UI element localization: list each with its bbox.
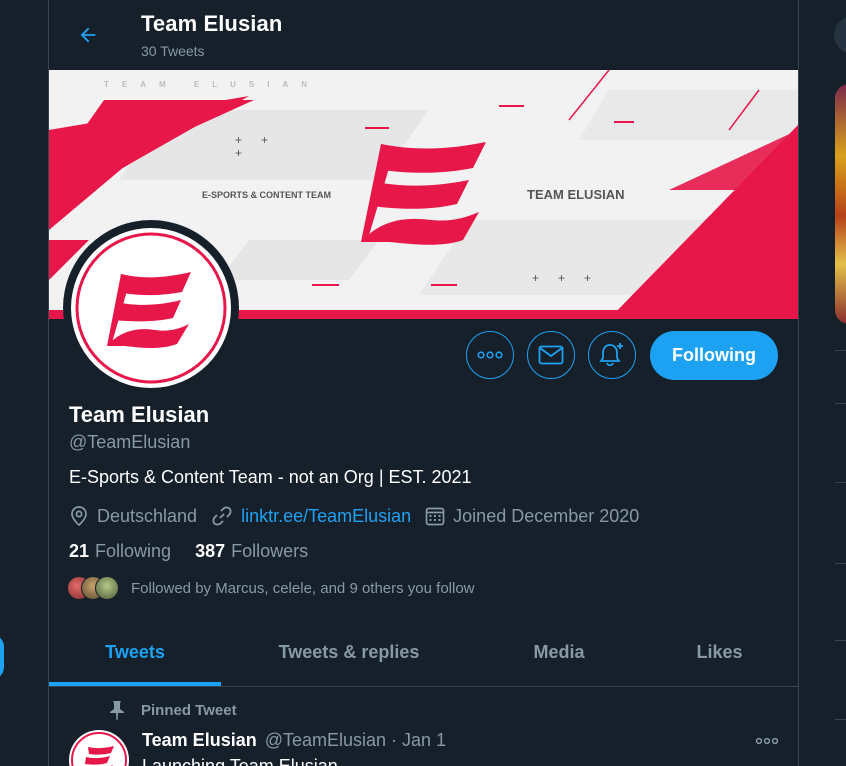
tweet-text: Launching Team Elusian	[142, 756, 338, 766]
left-sidebar-edge	[0, 0, 48, 766]
svg-text:+: +	[558, 271, 565, 285]
followed-by-avatars	[67, 576, 119, 600]
profile-column: Team Elusian 30 Tweets + + + + + + TEAM …	[48, 0, 799, 766]
website-link[interactable]: linktr.ee/TeamElusian	[241, 506, 411, 527]
svg-text:+: +	[261, 133, 268, 147]
website: linktr.ee/TeamElusian	[211, 505, 411, 527]
compose-button-edge[interactable]	[0, 634, 4, 680]
divider	[835, 563, 846, 564]
message-button[interactable]	[527, 331, 575, 379]
tweet-meta: @TeamElusian · Jan 1	[264, 730, 447, 750]
tweet-author-name[interactable]: Team Elusian	[142, 730, 257, 751]
envelope-icon	[538, 345, 564, 365]
pinned-text: Pinned Tweet	[141, 701, 237, 719]
notifications-button[interactable]	[588, 331, 636, 379]
followers-stat[interactable]: 387 Followers	[195, 541, 308, 562]
tweet-count: 30 Tweets	[141, 43, 205, 59]
profile-tabs: Tweets Tweets & replies Media Likes	[49, 618, 798, 687]
profile-avatar[interactable]	[63, 220, 239, 396]
more-dots-icon	[477, 351, 503, 359]
followers-label: Followers	[231, 541, 309, 561]
divider	[835, 403, 846, 404]
banner-left-text: E-SPORTS & CONTENT TEAM	[202, 190, 331, 200]
tweet-header: Team Elusian @TeamElusian · Jan 1	[142, 730, 446, 751]
followers-count: 387	[195, 541, 226, 561]
tab-tweets[interactable]: Tweets	[49, 618, 221, 686]
divider	[835, 640, 846, 641]
svg-text:+: +	[532, 271, 539, 285]
pinned-label: Pinned Tweet	[107, 699, 237, 721]
following-count: 21	[69, 541, 90, 561]
location-text: Deutschland	[97, 505, 198, 526]
joined-text: Joined December 2020	[453, 505, 640, 526]
profile-stats: 21 Following 387 Followers	[69, 541, 332, 562]
divider	[835, 350, 846, 351]
more-dots-icon	[755, 737, 779, 745]
banner-org-text: TEAM ELUSIAN	[104, 80, 320, 89]
calendar-icon	[425, 507, 445, 526]
svg-text:+: +	[584, 271, 591, 285]
location-pin-icon	[71, 506, 87, 527]
profile-name: Team Elusian	[69, 402, 210, 427]
svg-text:+: +	[235, 146, 242, 160]
banner-right-text: TEAM ELUSIAN	[527, 187, 625, 202]
following-button[interactable]: Following	[650, 331, 778, 380]
svg-text:+: +	[235, 133, 242, 147]
tweet-avatar[interactable]	[69, 730, 129, 766]
location: Deutschland	[69, 505, 197, 527]
tab-likes[interactable]: Likes	[641, 618, 798, 686]
link-icon	[212, 506, 232, 526]
tab-media[interactable]: Media	[477, 618, 641, 686]
arrow-left-icon	[80, 27, 96, 43]
following-label: Following	[95, 541, 172, 561]
divider	[835, 719, 846, 720]
header-title: Team Elusian	[141, 11, 283, 36]
bell-plus-icon	[599, 343, 623, 367]
profile-bio: E-Sports & Content Team - not an Org | E…	[69, 467, 472, 487]
right-sidebar-edge	[798, 0, 846, 766]
avatar	[95, 576, 119, 600]
trend-image-edge[interactable]	[835, 84, 846, 324]
active-tab-indicator	[49, 682, 221, 686]
pin-icon	[110, 701, 124, 720]
followed-by[interactable]: Followed by Marcus, celele, and 9 others…	[67, 576, 475, 600]
tab-tweets-replies[interactable]: Tweets & replies	[221, 618, 477, 686]
tweet-more-button[interactable]	[755, 731, 779, 751]
back-button[interactable]	[71, 18, 105, 52]
search-pill-edge[interactable]	[834, 16, 846, 54]
more-button[interactable]	[466, 331, 514, 379]
profile-meta: Deutschland linktr.ee/TeamElusian Joined…	[69, 503, 653, 529]
divider	[835, 482, 846, 483]
followed-by-text: Followed by Marcus, celele, and 9 others…	[131, 579, 475, 597]
profile-header: Team Elusian 30 Tweets	[49, 0, 798, 68]
profile-handle: @TeamElusian	[69, 432, 191, 452]
joined: Joined December 2020	[425, 506, 639, 527]
following-stat[interactable]: 21 Following	[69, 541, 171, 562]
